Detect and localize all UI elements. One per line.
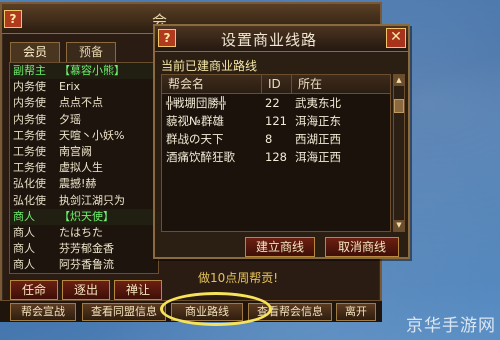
scroll-down-icon[interactable]: ▼ xyxy=(394,220,404,231)
member-rank: 工务使 xyxy=(13,161,46,175)
member-name: 【炽天使】 xyxy=(59,209,114,223)
col-header-location[interactable]: 所在 xyxy=(292,75,390,94)
route-scrollbar[interactable]: ▲ ▼ xyxy=(393,74,405,232)
route-guild-id: 22 xyxy=(265,96,280,110)
route-location: 西湖正西 xyxy=(295,132,341,146)
member-row[interactable]: 弘化使 震撼!赫 xyxy=(10,176,158,192)
dialog-help-button[interactable]: ? xyxy=(158,29,176,47)
close-icon[interactable]: ✕ xyxy=(386,28,406,48)
route-guild-id: 128 xyxy=(265,150,287,164)
member-name: 点点不点 xyxy=(59,96,103,110)
member-row[interactable]: 弘化使 执剑江湖只为 xyxy=(10,193,158,209)
leave-button[interactable]: 离开 xyxy=(336,303,376,321)
member-name: 阿芬香鲁流 xyxy=(59,258,114,272)
member-name: 夕瑶 xyxy=(59,112,81,126)
route-location: 武夷东北 xyxy=(295,96,341,110)
view-alliance-button[interactable]: 查看同盟信息 xyxy=(82,303,166,321)
abdicate-button[interactable]: 禅让 xyxy=(114,280,162,300)
col-header-guild[interactable]: 帮会名 xyxy=(162,75,262,94)
member-rank: 工务使 xyxy=(13,144,46,158)
guild-war-button[interactable]: 帮会宣战 xyxy=(10,303,76,321)
dialog-subtitle: 当前已建商业路线 xyxy=(161,59,258,73)
member-name: 执剑江湖只为 xyxy=(59,193,125,207)
member-row[interactable]: 商人 阿芬香鲁流 xyxy=(10,257,158,273)
member-row[interactable]: 商人 【炽天使】 xyxy=(10,208,158,225)
guild-help-button[interactable]: ? xyxy=(4,10,22,28)
cancel-route-button[interactable]: 取消商线 xyxy=(325,237,399,257)
route-rows: ╬戦堋団勝╬ 22 武夷东北藐视№群雄 121 洱海正东群战の天下 8 西湖正西酒痛饮醉狂歌… xyxy=(162,94,390,166)
col-header-id[interactable]: ID xyxy=(262,75,292,94)
member-row[interactable]: 内务使 点点不点 xyxy=(10,95,158,111)
member-row[interactable]: 工务使 虚拟人生 xyxy=(10,160,158,176)
route-guild-name: 藐视№群雄 xyxy=(166,114,224,128)
route-guild-name: 酒痛饮醉狂歌 xyxy=(166,150,235,164)
dialog-titlebar: ? 设置商业线路 ✕ xyxy=(155,26,408,52)
member-rank: 内务使 xyxy=(13,80,46,94)
trade-route-dialog: ? 设置商业线路 ✕ 当前已建商业路线 帮会名 ID 所在 ╬戦堋団勝╬ 22 武夷… xyxy=(153,24,410,259)
member-rank: 商人 xyxy=(13,225,35,239)
member-name: たはちた xyxy=(59,225,103,239)
member-row[interactable]: 内务使 Erix xyxy=(10,79,158,95)
member-rank: 内务使 xyxy=(13,96,46,110)
member-name: 芬芳郁金香 xyxy=(59,242,114,256)
member-rank: 内务使 xyxy=(13,112,46,126)
route-row[interactable]: 酒痛饮醉狂歌 128 洱海正西 xyxy=(162,148,390,166)
route-table-header: 帮会名 ID 所在 xyxy=(162,75,390,94)
member-row[interactable]: 工务使 南宫阙 xyxy=(10,144,158,160)
route-guild-name: 群战の天下 xyxy=(166,132,224,146)
dialog-title: 设置商业线路 xyxy=(221,31,318,49)
member-row[interactable]: 副帮主 【慕容小熊】 xyxy=(10,63,158,80)
route-location: 洱海正西 xyxy=(295,150,341,164)
member-row[interactable]: 工务使 天喧丶小妖% xyxy=(10,128,158,144)
tab-reserve[interactable]: 预备 xyxy=(66,42,116,62)
route-row[interactable]: ╬戦堋団勝╬ 22 武夷东北 xyxy=(162,94,390,112)
appoint-button[interactable]: 任命 xyxy=(10,280,58,300)
member-name: 天喧丶小妖% xyxy=(59,128,125,142)
member-row[interactable]: 商人 たはちた xyxy=(10,225,158,241)
member-name: 【慕容小熊】 xyxy=(59,64,125,77)
tab-members[interactable]: 会员 xyxy=(10,42,60,62)
route-location: 洱海正东 xyxy=(295,114,341,128)
route-table: 帮会名 ID 所在 ╬戦堋団勝╬ 22 武夷东北藐视№群雄 121 洱海正东群战の天下 8… xyxy=(161,74,391,232)
route-row[interactable]: 藐视№群雄 121 洱海正东 xyxy=(162,112,390,130)
member-rank: 副帮主 xyxy=(13,64,46,77)
member-rank: 工务使 xyxy=(13,128,46,142)
member-list: 副帮主 【慕容小熊】 内务使 Erix 内务使 点点不点 内务使 夕瑶 工务使 天喧丶小妖% 工务使… xyxy=(9,62,159,274)
route-guild-name: ╬戦堋団勝╬ xyxy=(166,96,226,110)
route-row[interactable]: 群战の天下 8 西湖正西 xyxy=(162,130,390,148)
site-watermark: 京华手游网 xyxy=(406,316,496,336)
member-row[interactable]: 内务使 夕瑶 xyxy=(10,112,158,128)
member-name: 震撼!赫 xyxy=(59,177,97,191)
member-rank: 弘化使 xyxy=(13,177,46,191)
member-rank: 商人 xyxy=(13,242,35,256)
member-name: 虚拟人生 xyxy=(59,161,103,175)
route-guild-id: 121 xyxy=(265,114,287,128)
scroll-up-icon[interactable]: ▲ xyxy=(394,75,404,86)
trade-route-highlight xyxy=(160,292,272,326)
member-rank: 商人 xyxy=(13,209,35,223)
member-row[interactable]: 商人 芬芳郁金香 xyxy=(10,241,158,257)
scroll-thumb[interactable] xyxy=(394,99,404,113)
member-rank: 弘化使 xyxy=(13,193,46,207)
expel-button[interactable]: 逐出 xyxy=(62,280,110,300)
member-name: 南宫阙 xyxy=(59,144,92,158)
member-rank: 商人 xyxy=(13,258,35,272)
guild-notice-text: 做10点周帮贡! xyxy=(198,271,279,285)
route-guild-id: 8 xyxy=(265,132,273,146)
build-route-button[interactable]: 建立商线 xyxy=(245,237,315,257)
member-name: Erix xyxy=(59,80,81,94)
